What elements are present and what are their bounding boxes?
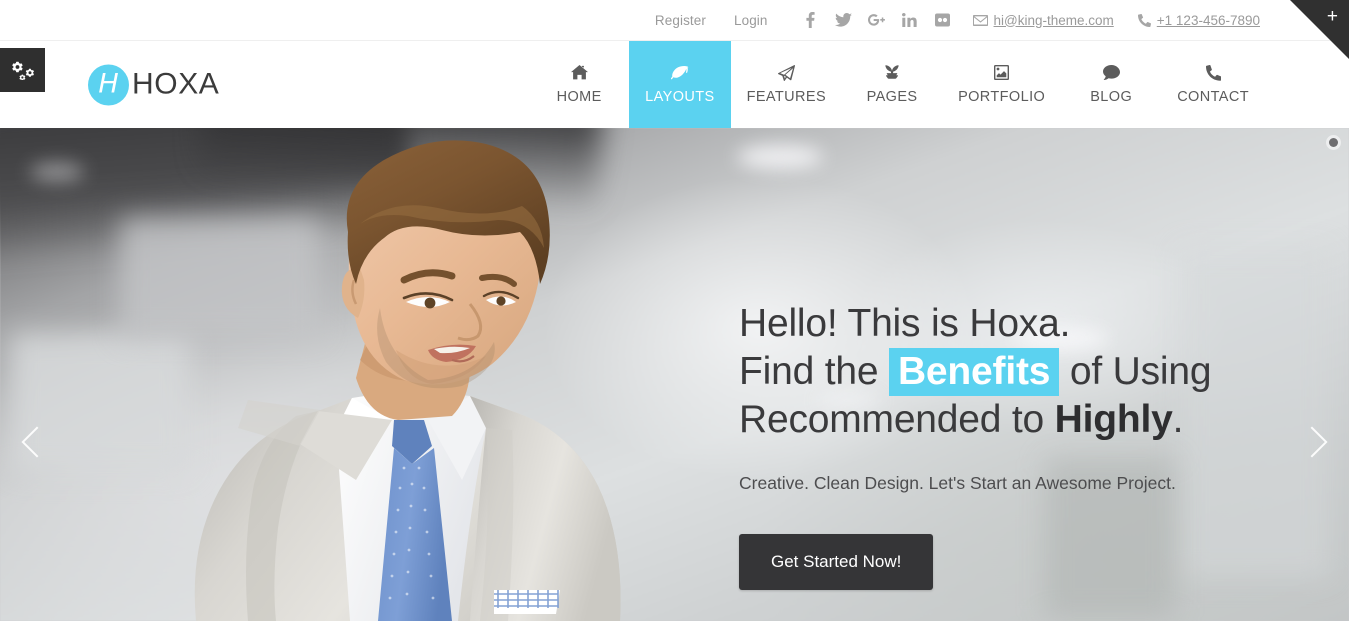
nav-label: HOME: [556, 89, 602, 105]
brand-logo[interactable]: H HOXA: [88, 64, 219, 105]
headline-line-2: Find the Benefits of Using: [739, 348, 1259, 396]
headline-line-2-pre: Find the: [739, 350, 889, 393]
hero-content: Hello! This is Hoxa. Find the Benefits o…: [739, 300, 1259, 590]
home-icon: [570, 64, 588, 81]
nav-item-blog[interactable]: BLOG: [1061, 41, 1161, 128]
image-icon: [994, 64, 1010, 81]
social-links: [802, 12, 951, 29]
cogs-icon: [11, 60, 34, 80]
plus-icon: +: [1326, 6, 1338, 27]
headline-line-3: Recommended to Highly.: [739, 396, 1259, 444]
headline-line-3-post: .: [1172, 398, 1184, 441]
headline-line-3-pre: Recommended to: [739, 398, 1055, 441]
chevron-right-icon: [1296, 426, 1328, 458]
nav-label: CONTACT: [1177, 89, 1249, 105]
nav-label: PAGES: [866, 89, 918, 105]
main-navigation: HOME LAYOUTS FEATURES PAGES PORTFOLIO BL…: [529, 41, 1265, 128]
google-plus-icon[interactable]: [867, 12, 885, 29]
headline-line-1: Hello! This is Hoxa.: [739, 302, 1071, 345]
email-link[interactable]: hi@king-theme.com: [972, 12, 1114, 28]
twitter-icon[interactable]: [834, 12, 852, 29]
hero-slider: Hello! This is Hoxa. Find the Benefits o…: [0, 128, 1349, 621]
phone-icon: [1205, 64, 1221, 81]
nav-item-portfolio[interactable]: PORTFOLIO: [942, 41, 1061, 128]
nav-item-home[interactable]: HOME: [529, 41, 629, 128]
chevron-left-icon: [21, 426, 53, 458]
phone-link[interactable]: +1 123-456-7890: [1137, 12, 1260, 28]
email-text: hi@king-theme.com: [993, 12, 1114, 28]
hero-subheadline: Creative. Clean Design. Let's Start an A…: [739, 473, 1176, 493]
slider-dot[interactable]: [1329, 138, 1338, 147]
phone-text: +1 123-456-7890: [1156, 12, 1260, 28]
page-root: Register Login hi@king-theme.com +1 123-…: [0, 0, 1349, 621]
brand-name: HOXA: [132, 67, 220, 101]
linkedin-icon[interactable]: [901, 12, 918, 29]
flickr-icon[interactable]: [934, 12, 951, 29]
nav-item-pages[interactable]: PAGES: [842, 41, 942, 128]
facebook-icon[interactable]: [802, 12, 819, 29]
corner-toggle-button[interactable]: +: [1290, 0, 1349, 59]
leaf-icon: [670, 64, 689, 81]
hero-bg-lamp: [737, 145, 823, 169]
site-header: H HOXA HOME LAYOUTS FEATURES PAGES PORTF…: [0, 41, 1349, 128]
settings-panel-toggle[interactable]: [0, 48, 45, 92]
register-link[interactable]: Register: [655, 13, 706, 28]
nav-item-contact[interactable]: CONTACT: [1161, 41, 1265, 128]
headline-line-2-post: of Using: [1059, 350, 1212, 393]
hero-businessman-photo: [0, 128, 700, 621]
login-link[interactable]: Login: [734, 13, 768, 28]
logo-mark-icon: H: [88, 64, 129, 105]
get-started-button[interactable]: Get Started Now!: [739, 534, 934, 590]
comment-icon: [1102, 64, 1120, 81]
slider-pagination: [1329, 138, 1338, 147]
nav-label: LAYOUTS: [645, 89, 715, 105]
nav-item-layouts[interactable]: LAYOUTS: [629, 41, 731, 128]
hero-headline: Hello! This is Hoxa. Find the Benefits o…: [739, 300, 1259, 444]
slider-next-button[interactable]: [1295, 414, 1335, 470]
nav-item-features[interactable]: FEATURES: [731, 41, 842, 128]
corner-triangle: [1290, 0, 1349, 59]
paper-plane-icon: [777, 64, 795, 81]
headline-bold: Highly: [1054, 398, 1173, 441]
nav-label: FEATURES: [746, 89, 827, 105]
nav-label: BLOG: [1090, 89, 1133, 105]
nav-label: PORTFOLIO: [958, 89, 1046, 105]
top-bar: Register Login hi@king-theme.com +1 123-…: [0, 0, 1349, 41]
seedling-icon: [884, 64, 900, 81]
slider-prev-button[interactable]: [14, 414, 54, 470]
headline-highlight: Benefits: [888, 348, 1060, 396]
